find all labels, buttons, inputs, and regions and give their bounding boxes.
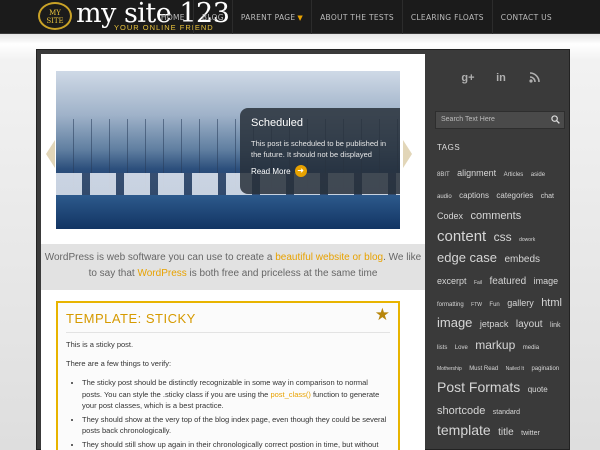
slider-prev-arrow-icon[interactable] <box>46 140 55 168</box>
tag-link[interactable]: categories <box>496 191 533 200</box>
tag-link[interactable]: Love <box>455 345 468 351</box>
tag-link[interactable]: pagination <box>531 366 559 372</box>
post-paragraph-1: This is a sticky post. <box>66 340 134 349</box>
linkedin-icon[interactable]: in <box>492 72 510 86</box>
slide-image-water <box>56 195 400 229</box>
tag-link[interactable]: twitter <box>521 430 540 437</box>
content-wrapper: Scheduled This post is scheduled to be p… <box>36 49 570 450</box>
tag-link[interactable]: jetpack <box>480 319 509 329</box>
nav-parent-page[interactable]: PARENT PAGE ▼ <box>231 0 311 34</box>
nav-contact-us[interactable]: CONTACT US <box>491 0 560 34</box>
tag-link[interactable]: audio <box>437 194 452 200</box>
intro-text: WordPress is web software you can use to… <box>41 244 425 290</box>
intro-part-3: is both free and priceless at the same t… <box>186 268 378 279</box>
slide-caption-title[interactable]: Scheduled <box>251 117 389 129</box>
tag-link[interactable]: alignment <box>457 168 496 178</box>
tag-link[interactable]: Codex <box>437 211 463 221</box>
post-title[interactable]: TEMPLATE: STICKY <box>66 311 390 326</box>
tag-link[interactable]: chat <box>541 193 554 200</box>
tag-link[interactable]: Fun <box>489 302 499 308</box>
intro-link-1[interactable]: beautiful website or blog <box>275 252 383 263</box>
tag-link[interactable]: aside <box>531 172 545 178</box>
tag-link[interactable]: Must Read <box>469 366 498 372</box>
intro-link-2[interactable]: WordPress <box>137 268 186 279</box>
tag-link[interactable]: embeds <box>504 254 540 265</box>
tag-link[interactable]: 8BIT <box>437 172 450 178</box>
search-input[interactable]: Search Text Here <box>435 111 565 129</box>
tag-link[interactable]: media <box>523 345 539 351</box>
slider-next-arrow-icon[interactable] <box>403 140 412 168</box>
slide-caption: Scheduled This post is scheduled to be p… <box>240 108 400 194</box>
nav-clearing-floats[interactable]: CLEARING FLOATS <box>401 0 492 34</box>
tag-link[interactable]: featured <box>489 276 526 287</box>
read-more-label: Read More <box>251 166 291 176</box>
post-class-link[interactable]: post_class() <box>270 390 310 399</box>
tag-link[interactable]: content <box>437 228 486 245</box>
rss-glyph <box>528 72 540 83</box>
post-list-item-3: They should still show up again in their… <box>82 439 390 450</box>
tag-link[interactable]: captions <box>459 191 489 200</box>
tag-link[interactable]: template <box>437 422 491 438</box>
tag-link[interactable]: shortcode <box>437 405 485 417</box>
tag-link[interactable]: html <box>541 297 562 309</box>
post-list: The sticky post should be distinctly rec… <box>66 377 390 450</box>
tag-link[interactable]: standard <box>493 409 520 416</box>
post-divider <box>66 332 390 333</box>
tags-heading: TAGS <box>437 143 461 152</box>
rss-icon[interactable] <box>525 72 543 86</box>
sidebar: g+ in Search Text Here TAGS 8BIT alignme… <box>433 50 569 450</box>
tag-link[interactable]: Mothership <box>437 366 462 372</box>
post-list-item-2: They should show at the very top of the … <box>82 414 390 437</box>
tag-link[interactable]: layout <box>516 319 543 330</box>
featured-slider: Scheduled This post is scheduled to be p… <box>56 71 400 229</box>
post-list-item-1: The sticky post should be distinctly rec… <box>82 377 390 412</box>
tag-link[interactable]: image <box>534 276 559 286</box>
tag-link[interactable]: css <box>494 230 512 244</box>
tag-link[interactable]: Articles <box>504 172 524 178</box>
tag-link[interactable]: dowork <box>519 237 535 243</box>
main-nav: HOME BLOG PARENT PAGE ▼ ABOUT THE TESTS C… <box>153 0 560 34</box>
tag-link[interactable]: Post Formats <box>437 379 520 395</box>
star-icon: ★ <box>374 305 390 324</box>
google-plus-icon[interactable]: g+ <box>459 72 477 86</box>
sticky-post: TEMPLATE: STICKY ★ This is a sticky post… <box>56 301 400 450</box>
main-column: Scheduled This post is scheduled to be p… <box>41 54 425 450</box>
intro-part-1: WordPress is web software you can use to… <box>44 252 276 263</box>
tag-link[interactable]: image <box>437 315 472 330</box>
search-placeholder: Search Text Here <box>441 116 495 123</box>
post-paragraph-2: There are a few things to verify: <box>66 359 172 368</box>
tag-link[interactable]: FTW <box>471 302 482 308</box>
logo-badge: MY SITE <box>38 2 72 30</box>
tag-link[interactable]: lists <box>437 345 447 351</box>
arrow-right-icon: ➜ <box>294 165 307 177</box>
tag-link[interactable]: formatting <box>437 302 464 308</box>
nav-parent-page-label: PARENT PAGE <box>240 13 296 22</box>
read-more-link[interactable]: Read More ➜ <box>251 165 389 177</box>
social-links: g+ in <box>459 72 543 86</box>
slide-caption-text: This post is scheduled to be published i… <box>251 139 387 159</box>
tag-link[interactable]: gallery <box>507 298 534 308</box>
tag-link[interactable]: Nailed It <box>506 366 524 372</box>
tag-link[interactable]: quote <box>528 385 548 394</box>
tag-link[interactable]: link <box>550 322 561 329</box>
search-icon[interactable] <box>551 115 560 124</box>
tag-link[interactable]: title <box>498 427 514 438</box>
caret-down-icon: ▼ <box>297 14 304 22</box>
nav-blog[interactable]: BLOG <box>192 0 232 34</box>
site-header: MY SITE my site 123 YOUR ONLINE FRIEND H… <box>0 0 600 34</box>
tag-link[interactable]: comments <box>470 210 521 222</box>
tag-link[interactable]: edge case <box>437 250 497 265</box>
tag-link[interactable]: excerpt <box>437 276 467 286</box>
nav-home[interactable]: HOME <box>153 0 193 34</box>
tag-link[interactable]: Fail <box>474 280 482 286</box>
tag-link[interactable]: markup <box>475 338 515 352</box>
tag-cloud: 8BIT alignment Articles aside audio capt… <box>437 161 565 450</box>
nav-about-the-tests[interactable]: ABOUT THE TESTS <box>311 0 402 34</box>
